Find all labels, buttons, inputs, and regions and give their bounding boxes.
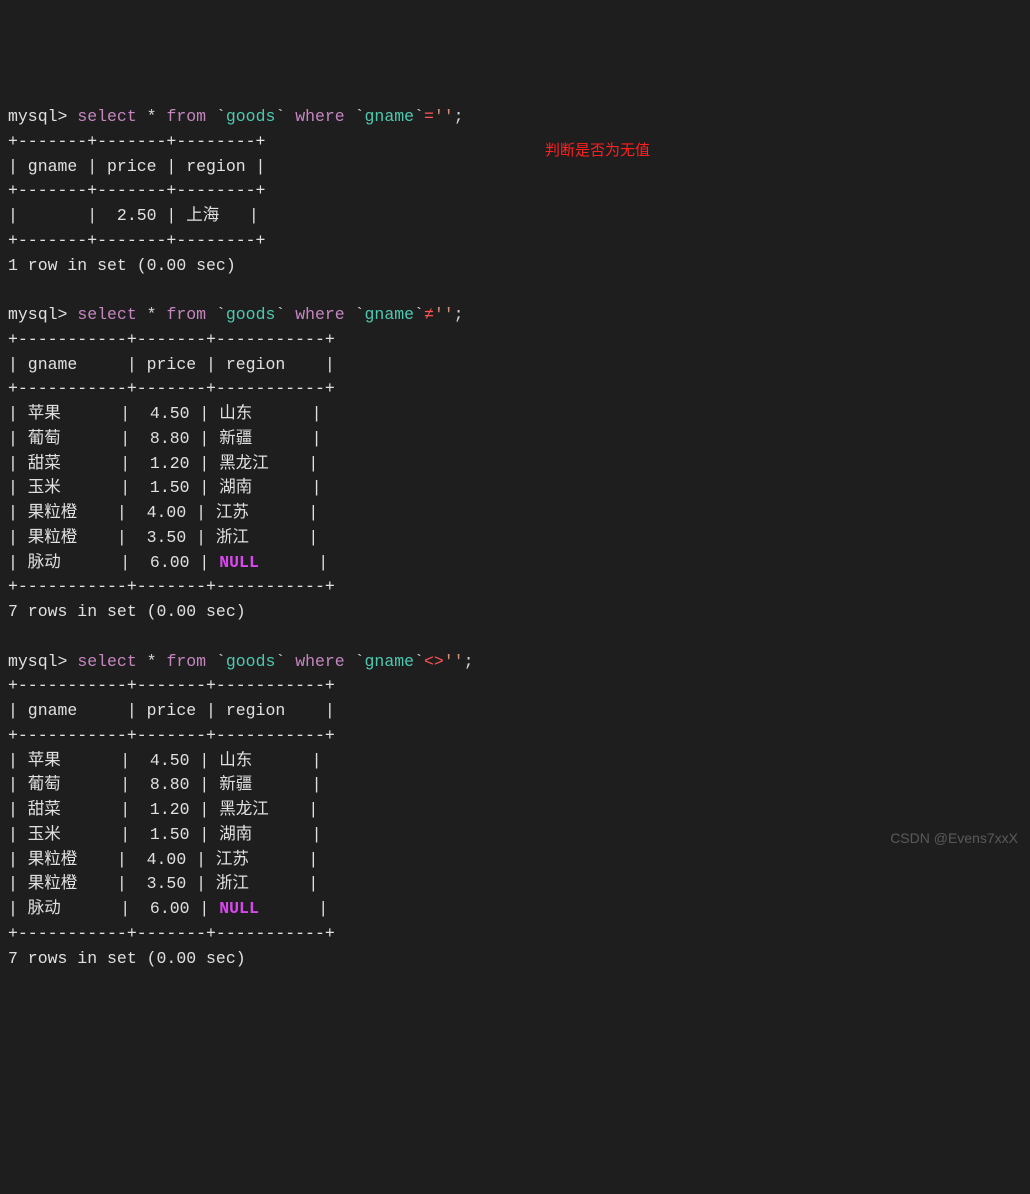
- keyword-where: where: [295, 652, 345, 671]
- table-border: +-------+-------+--------+: [8, 231, 265, 250]
- backtick: `: [216, 107, 226, 126]
- keyword-from: from: [166, 305, 206, 324]
- table-border: +-----------+-------+-----------+: [8, 676, 335, 695]
- table-row: | 果粒橙 | 3.50 | 浙江 |: [8, 874, 318, 893]
- backtick: `: [414, 652, 424, 671]
- string-val: '': [434, 107, 454, 126]
- star: *: [147, 305, 157, 324]
- table-row: | 果粒橙 | 3.50 | 浙江 |: [8, 528, 318, 547]
- table-border: +-----------+-------+-----------+: [8, 330, 335, 349]
- table-header: | gname | price | region |: [8, 701, 335, 720]
- backtick: `: [355, 107, 365, 126]
- keyword-select: select: [77, 305, 136, 324]
- row-suffix: |: [259, 899, 328, 918]
- table-row: | 甜菜 | 1.20 | 黑龙江 |: [8, 800, 318, 819]
- table-row: | 玉米 | 1.50 | 湖南 |: [8, 825, 322, 844]
- row-prefix: | 脉动 | 6.00 |: [8, 553, 219, 572]
- table-row: | 脉动 | 6.00 | NULL |: [8, 553, 328, 572]
- backtick: `: [414, 107, 424, 126]
- column-name: gname: [365, 107, 415, 126]
- table-border: +-------+-------+--------+: [8, 181, 265, 200]
- table-row: | 苹果 | 4.50 | 山东 |: [8, 404, 322, 423]
- keyword-where: where: [295, 107, 345, 126]
- semicolon: ;: [454, 107, 464, 126]
- result-summary: 1 row in set (0.00 sec): [8, 256, 236, 275]
- semicolon: ;: [464, 652, 474, 671]
- backtick: `: [355, 305, 365, 324]
- table-border: +-----------+-------+-----------+: [8, 577, 335, 596]
- backtick: `: [414, 305, 424, 324]
- semicolon: ;: [454, 305, 464, 324]
- result-summary: 7 rows in set (0.00 sec): [8, 949, 246, 968]
- table-row: | 葡萄 | 8.80 | 新疆 |: [8, 429, 322, 448]
- backtick: `: [216, 305, 226, 324]
- mysql-prompt: mysql>: [8, 305, 77, 324]
- table-name: goods: [226, 652, 276, 671]
- table-row: | | 2.50 | 上海 |: [8, 206, 259, 225]
- table-row: | 甜菜 | 1.20 | 黑龙江 |: [8, 454, 318, 473]
- backtick: `: [275, 107, 285, 126]
- table-row: | 玉米 | 1.50 | 湖南 |: [8, 478, 322, 497]
- column-name: gname: [365, 305, 415, 324]
- null-value: NULL: [219, 899, 259, 918]
- table-border: +-----------+-------+-----------+: [8, 726, 335, 745]
- backtick: `: [275, 652, 285, 671]
- table-row: | 葡萄 | 8.80 | 新疆 |: [8, 775, 322, 794]
- keyword-where: where: [295, 305, 345, 324]
- mysql-prompt: mysql>: [8, 107, 77, 126]
- string-val: '': [444, 652, 464, 671]
- table-row: | 苹果 | 4.50 | 山东 |: [8, 751, 322, 770]
- table-name: goods: [226, 107, 276, 126]
- keyword-from: from: [166, 652, 206, 671]
- result-summary: 7 rows in set (0.00 sec): [8, 602, 246, 621]
- star: *: [147, 107, 157, 126]
- backtick: `: [355, 652, 365, 671]
- table-border: +-----------+-------+-----------+: [8, 379, 335, 398]
- row-prefix: | 脉动 | 6.00 |: [8, 899, 219, 918]
- operator: =: [424, 107, 434, 126]
- table-header: | gname | price | region |: [8, 355, 335, 374]
- string-val: '': [434, 305, 454, 324]
- keyword-select: select: [77, 652, 136, 671]
- table-border: +-------+-------+--------+: [8, 132, 265, 151]
- table-row: | 果粒橙 | 4.00 | 江苏 |: [8, 503, 318, 522]
- table-row: | 果粒橙 | 4.00 | 江苏 |: [8, 850, 318, 869]
- watermark: CSDN @Evens7xxX: [890, 828, 1018, 849]
- keyword-select: select: [77, 107, 136, 126]
- row-suffix: |: [259, 553, 328, 572]
- annotation-text: 判断是否为无值: [545, 140, 650, 163]
- table-name: goods: [226, 305, 276, 324]
- star: *: [147, 652, 157, 671]
- operator: <>: [424, 652, 444, 671]
- keyword-from: from: [166, 107, 206, 126]
- column-name: gname: [365, 652, 415, 671]
- null-value: NULL: [219, 553, 259, 572]
- backtick: `: [216, 652, 226, 671]
- backtick: `: [275, 305, 285, 324]
- mysql-prompt: mysql>: [8, 652, 77, 671]
- table-row: | 脉动 | 6.00 | NULL |: [8, 899, 328, 918]
- table-header: | gname | price | region |: [8, 157, 265, 176]
- table-border: +-----------+-------+-----------+: [8, 924, 335, 943]
- terminal-output: mysql> select * from `goods` where `gnam…: [8, 105, 1022, 971]
- operator: ≠: [424, 305, 434, 324]
